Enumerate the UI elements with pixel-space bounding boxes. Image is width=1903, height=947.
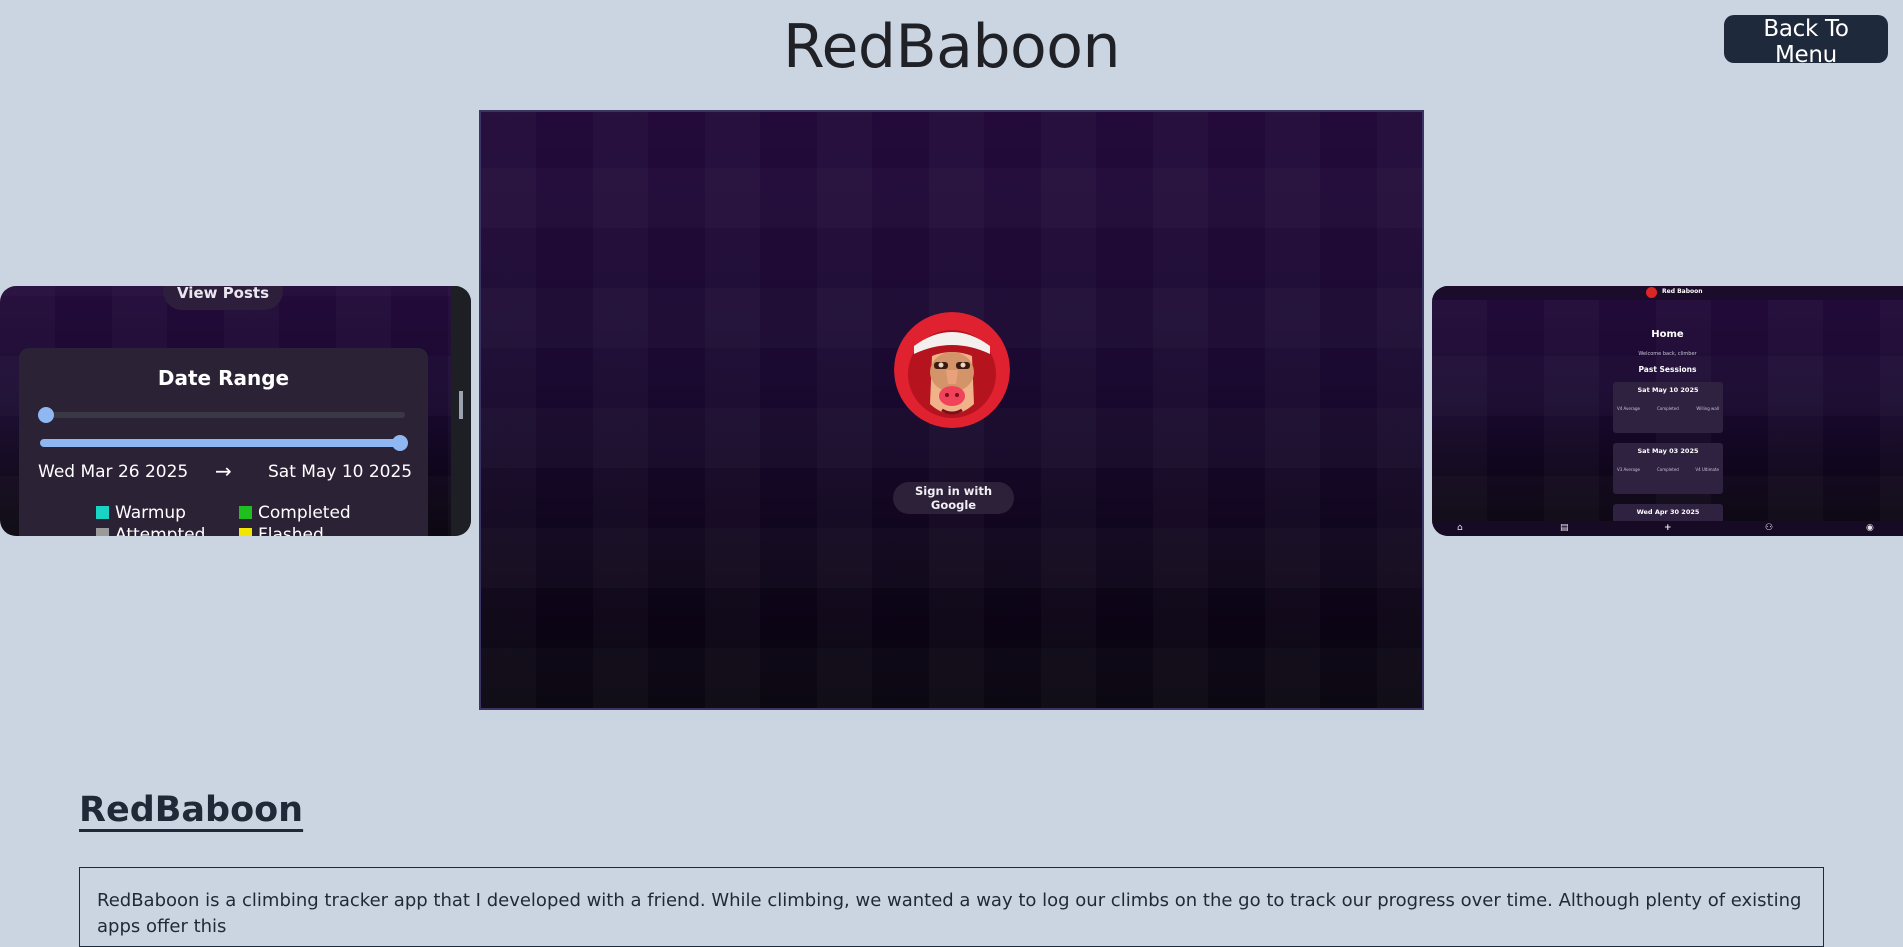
legend-warmup: Warmup	[96, 503, 186, 523]
date-range-title: Date Range	[157, 366, 290, 390]
mini-welcome-text: Welcome back, climber	[1638, 351, 1697, 357]
sign-in-with-google-button[interactable]: Sign in with Google	[893, 482, 1014, 514]
carousel-slide-center[interactable]: Sign in with Google	[479, 110, 1424, 710]
legend-label: Warmup	[115, 503, 186, 523]
mini-session-date: Sat May 10 2025	[1637, 386, 1699, 394]
carousel-slide-left[interactable]: View Posts Date Range Wed Mar 26 2025 → …	[0, 286, 471, 536]
mini-session-card: Sat May 03 2025 V3 Average Completed V4 …	[1613, 443, 1723, 494]
mini-logo-icon	[1646, 287, 1657, 298]
journal-icon: ▤	[1560, 523, 1569, 533]
mini-past-sessions-title: Past Sessions	[1638, 365, 1697, 374]
description-text: RedBaboon is a climbing tracker app that…	[97, 890, 1802, 937]
mini-home-title: Home	[1651, 329, 1684, 340]
scrollbar[interactable]	[451, 286, 471, 536]
legend-completed: Completed	[239, 503, 351, 523]
completed-swatch	[239, 506, 252, 519]
page-title: RedBaboon	[783, 12, 1120, 82]
view-posts-button: View Posts	[163, 286, 283, 310]
scrollbar-grip-icon[interactable]	[459, 391, 463, 419]
mini-stat-left: V4 Average	[1617, 406, 1640, 411]
range-start-thumb	[38, 407, 54, 423]
carousel-slide-right[interactable]: Red Baboon Home Welcome back, climber Pa…	[1432, 286, 1903, 536]
start-date: Wed Mar 26 2025	[38, 462, 189, 482]
mini-bottom-nav: ⌂ ▤ + ⚇ ◉	[1432, 521, 1903, 536]
mini-session-card: Sat May 10 2025 V4 Average Completed Wil…	[1613, 382, 1723, 433]
project-description: RedBaboon is a climbing tracker app that…	[79, 867, 1824, 947]
mini-session-date: Wed Apr 30 2025	[1636, 508, 1700, 516]
attempted-swatch	[96, 528, 109, 536]
warmup-swatch	[96, 506, 109, 519]
legend-label: Completed	[258, 503, 351, 523]
legend-attempted: Attempted	[96, 525, 205, 536]
users-icon: ⚇	[1765, 523, 1774, 533]
flashed-swatch	[239, 528, 252, 536]
section-title: RedBaboon	[79, 790, 304, 830]
range-start-track	[40, 412, 405, 418]
mini-stat-mid: Completed	[1657, 406, 1679, 411]
legend-label: Attempted	[115, 525, 206, 536]
range-end-thumb	[392, 435, 408, 451]
mini-session-date: Sat May 03 2025	[1637, 447, 1699, 455]
date-range-card: Date Range Wed Mar 26 2025 → Sat May 10 …	[19, 348, 428, 536]
mini-brand: Red Baboon	[1662, 288, 1703, 295]
avatar: ◉	[1866, 523, 1874, 533]
home-icon: ⌂	[1457, 523, 1463, 533]
mini-session-stats: V4 Average Completed Willing wall	[1617, 406, 1719, 411]
mini-stat-left: V3 Average	[1617, 467, 1640, 472]
mini-stat-mid: Completed	[1657, 467, 1679, 472]
mini-stat-right: V4 Ultimate	[1695, 467, 1719, 472]
red-baboon-logo-icon	[894, 312, 1010, 428]
add-icon: +	[1664, 523, 1672, 533]
mini-stat-right: Willing wall	[1696, 406, 1719, 411]
end-date: Sat May 10 2025	[268, 462, 413, 482]
mini-session-stats: V3 Average Completed V4 Ultimate	[1617, 467, 1719, 472]
legend-flashed: Flashed	[239, 525, 324, 536]
back-to-menu-button[interactable]: Back To Menu	[1724, 15, 1888, 68]
arrow-icon: →	[215, 459, 232, 483]
legend-label: Flashed	[258, 525, 324, 536]
range-end-fill	[40, 439, 405, 447]
